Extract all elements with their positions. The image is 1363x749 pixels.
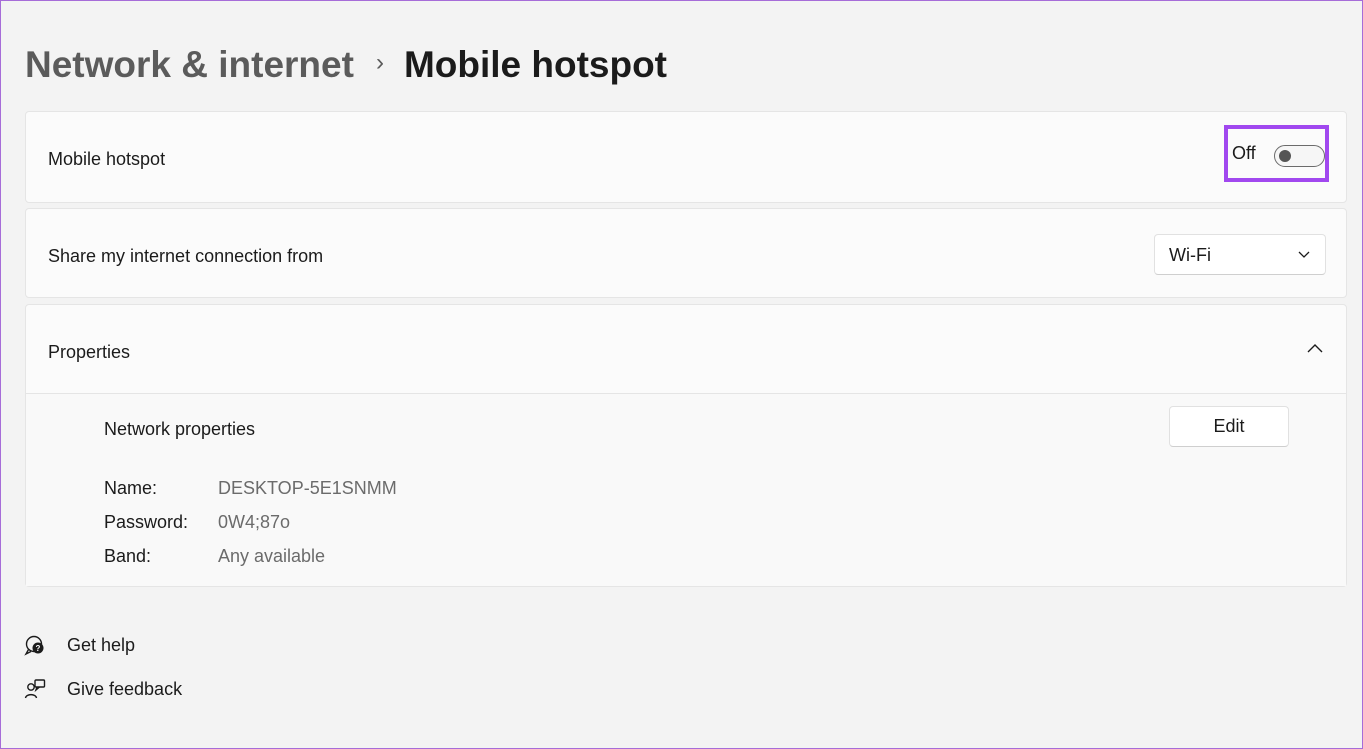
page-title: Mobile hotspot xyxy=(403,44,668,85)
share-connection-card: Share my internet connection from Wi-Fi xyxy=(25,208,1347,298)
breadcrumb-parent-link[interactable]: Network & internet xyxy=(25,41,354,89)
toggle-knob xyxy=(1279,150,1291,162)
feedback-person-icon xyxy=(24,679,46,699)
network-properties-label: Network properties xyxy=(104,419,256,439)
mobile-hotspot-label: Mobile hotspot xyxy=(48,149,166,169)
band-key: Band: xyxy=(104,546,152,566)
mobile-hotspot-toggle[interactable] xyxy=(1274,145,1325,167)
breadcrumb-chevron-icon: › xyxy=(375,49,384,76)
give-feedback-label: Give feedback xyxy=(67,678,183,699)
chevron-up-icon[interactable] xyxy=(1306,341,1324,355)
network-name-key: Name: xyxy=(104,478,158,498)
edit-button[interactable]: Edit xyxy=(1169,406,1289,447)
band-value: Any available xyxy=(218,546,326,566)
share-connection-label: Share my internet connection from xyxy=(48,246,324,266)
mobile-hotspot-toggle-highlight: Off xyxy=(1224,125,1329,182)
share-connection-selected-value: Wi-Fi xyxy=(1169,245,1211,265)
network-name-value: DESKTOP-5E1SNMM xyxy=(218,478,397,498)
breadcrumb: Network & internet › Mobile hotspot xyxy=(25,41,667,89)
toggle-state-label: Off xyxy=(1232,143,1256,163)
give-feedback-link[interactable]: Give feedback xyxy=(23,677,182,701)
password-key: Password: xyxy=(104,512,189,532)
get-help-label: Get help xyxy=(67,634,136,655)
chevron-down-icon xyxy=(1298,251,1310,258)
password-value: 0W4;87o xyxy=(218,512,291,532)
get-help-link[interactable]: ? Get help xyxy=(23,633,135,657)
properties-body: Network properties Edit Name: DESKTOP-5E… xyxy=(26,394,1346,586)
mobile-hotspot-card: Mobile hotspot Off xyxy=(25,111,1347,203)
help-chat-icon: ? xyxy=(24,635,44,656)
share-connection-select[interactable]: Wi-Fi xyxy=(1154,234,1326,275)
svg-text:?: ? xyxy=(36,644,41,653)
properties-card: Properties Network properties Edit Name:… xyxy=(25,304,1347,587)
properties-header-label[interactable]: Properties xyxy=(48,342,130,363)
